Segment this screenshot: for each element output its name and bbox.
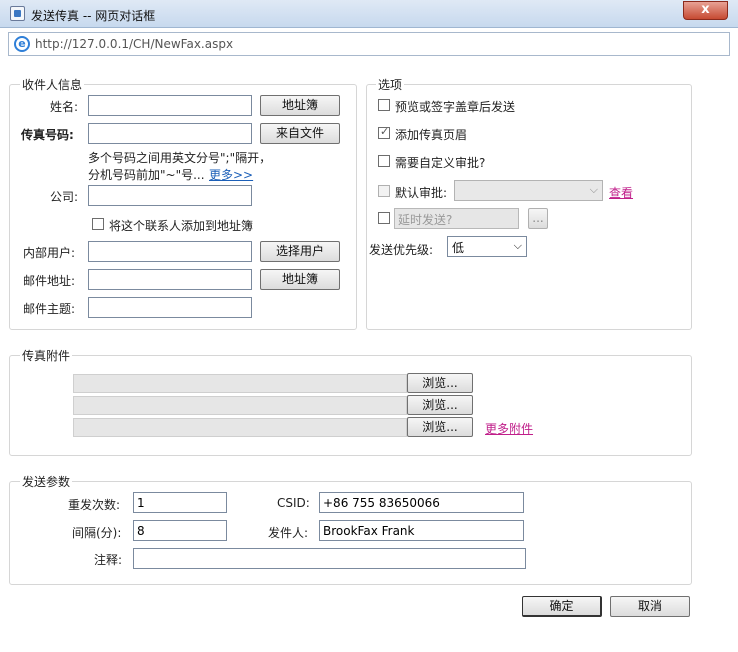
priority-select[interactable]: 低 ⌵ xyxy=(447,236,527,257)
cover-label: 添加传真页眉 xyxy=(395,128,468,142)
browser-icon: e xyxy=(14,36,30,52)
options-legend: 选项 xyxy=(376,76,405,93)
delayed-send-checkbox[interactable] xyxy=(378,212,390,224)
internal-user-input[interactable] xyxy=(88,241,252,262)
fax-hint-line2: 分机号码前加"~"号... xyxy=(88,168,205,182)
email-address-book-button[interactable]: 地址簿 xyxy=(260,269,340,290)
interval-label: 间隔(分): xyxy=(72,526,122,540)
sender-label: 发件人: xyxy=(268,526,309,540)
view-approval-link[interactable]: 查看 xyxy=(609,184,633,201)
close-button[interactable]: x xyxy=(683,1,728,20)
browse-button-1[interactable]: 浏览... xyxy=(407,373,473,393)
name-label: 姓名: xyxy=(50,100,79,114)
preview-checkbox[interactable] xyxy=(378,99,390,111)
attachment-path-2[interactable] xyxy=(73,396,407,415)
default-approval-checkbox[interactable] xyxy=(378,185,390,197)
attachment-path-1[interactable] xyxy=(73,374,407,393)
company-label: 公司: xyxy=(50,190,79,204)
internal-user-label: 内部用户: xyxy=(23,246,76,260)
delayed-send-input[interactable]: 延时发送? xyxy=(394,208,519,229)
ok-button[interactable]: 确定 xyxy=(522,596,602,617)
cover-checkbox[interactable] xyxy=(378,125,390,139)
sender-input[interactable] xyxy=(319,520,524,541)
options-group xyxy=(366,84,692,330)
interval-input[interactable] xyxy=(133,520,227,541)
add-contact-checkbox[interactable] xyxy=(92,218,104,230)
email-input[interactable] xyxy=(88,269,252,290)
csid-input[interactable] xyxy=(319,492,524,513)
attachment-path-3[interactable] xyxy=(73,418,407,437)
company-input[interactable] xyxy=(88,185,252,206)
priority-value: 低 xyxy=(452,241,465,255)
remark-label: 注释: xyxy=(94,553,123,567)
more-attachments-link[interactable]: 更多附件 xyxy=(485,420,533,437)
url-text: http://127.0.0.1/CH/NewFax.aspx xyxy=(35,37,234,51)
retry-count-label: 重发次数: xyxy=(68,498,121,512)
send-params-legend: 发送参数 xyxy=(20,473,73,490)
browse-button-2[interactable]: 浏览... xyxy=(407,395,473,415)
retry-count-input[interactable] xyxy=(133,492,227,513)
custom-approval-label: 需要自定义审批? xyxy=(395,156,486,170)
default-approval-label: 默认审批: xyxy=(395,186,448,200)
add-contact-label: 将这个联系人添加到地址簿 xyxy=(109,219,254,233)
recipient-legend: 收件人信息 xyxy=(20,76,85,93)
cancel-button[interactable]: 取消 xyxy=(610,596,690,617)
address-book-button[interactable]: 地址簿 xyxy=(260,95,340,116)
default-approval-select[interactable]: ⌵ xyxy=(454,180,603,201)
subject-input[interactable] xyxy=(88,297,252,318)
window-title: 发送传真 -- 网页对话框 xyxy=(31,9,156,23)
chevron-down-icon: ⌵ xyxy=(513,239,522,252)
recipient-group xyxy=(9,84,357,330)
fax-number-input[interactable] xyxy=(88,123,252,144)
custom-approval-checkbox[interactable] xyxy=(378,155,390,167)
chevron-down-icon: ⌵ xyxy=(589,183,598,196)
csid-label: CSID: xyxy=(277,496,310,510)
attachments-legend: 传真附件 xyxy=(20,347,73,364)
dialog-icon xyxy=(10,6,25,21)
preview-label: 预览或签字盖章后发送 xyxy=(395,100,516,114)
email-label: 邮件地址: xyxy=(23,274,76,288)
fax-hint-line1: 多个号码之间用英文分号";"隔开， xyxy=(88,151,272,165)
more-hint-link[interactable]: 更多>> xyxy=(209,166,253,183)
fax-number-label: 传真号码: xyxy=(21,128,74,142)
browse-button-3[interactable]: 浏览... xyxy=(407,417,473,437)
priority-label: 发送优先级: xyxy=(369,243,434,257)
remark-input[interactable] xyxy=(133,548,526,569)
name-input[interactable] xyxy=(88,95,252,116)
from-file-button[interactable]: 来自文件 xyxy=(260,123,340,144)
subject-label: 邮件主题: xyxy=(23,302,76,316)
delayed-send-picker-button[interactable]: ... xyxy=(528,208,548,229)
select-user-button[interactable]: 选择用户 xyxy=(260,241,340,262)
